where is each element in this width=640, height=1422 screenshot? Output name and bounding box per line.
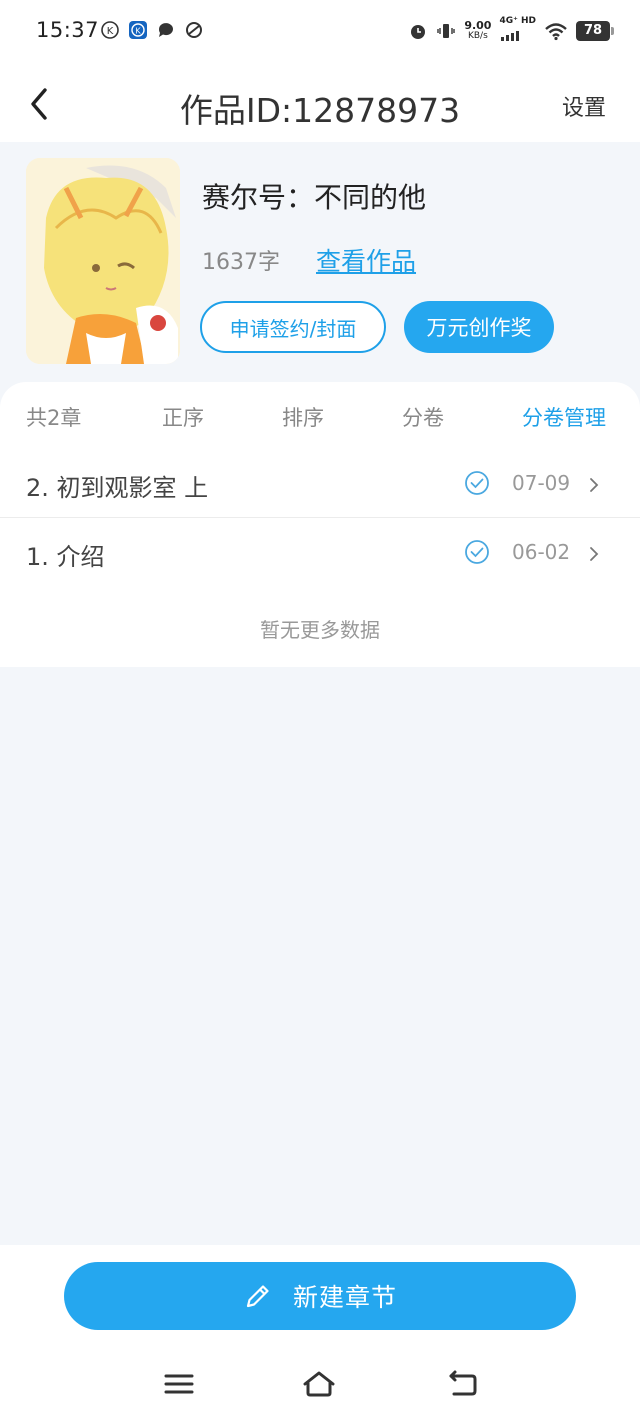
header: 作品ID:12878973 设置 xyxy=(0,64,640,142)
status-bar: 15:37 K K 9.00 KB/s 4G⁺ HD 78 xyxy=(0,0,640,64)
volume-manage-button[interactable]: 分卷管理 xyxy=(522,402,606,432)
wifi-icon xyxy=(545,22,567,40)
chapter-date: 07-09 xyxy=(512,471,571,495)
chapter-count: 共2章 xyxy=(26,406,82,430)
chapter-row[interactable]: 2. 初到观影室 上 07-09 xyxy=(0,450,640,518)
status-right: 9.00 KB/s 4G⁺ HD 78 xyxy=(408,16,614,45)
menu-icon[interactable] xyxy=(162,1369,196,1399)
chapter-row[interactable]: 1. 介绍 06-02 xyxy=(0,519,640,587)
word-count: 1637字 xyxy=(202,250,280,275)
volume-button[interactable]: 分卷 xyxy=(402,402,444,432)
status-time: 15:37 xyxy=(36,18,100,42)
new-chapter-label: 新建章节 xyxy=(292,1283,397,1312)
order-ascending-button[interactable]: 正序 xyxy=(162,402,204,432)
book-title: 赛尔号：不同的他 xyxy=(202,181,427,214)
svg-text:K: K xyxy=(135,27,141,36)
page-title: 作品ID:12878973 xyxy=(179,91,461,130)
home-icon[interactable] xyxy=(302,1369,336,1399)
view-work-link[interactable]: 查看作品 xyxy=(316,242,416,278)
back-nav-icon[interactable] xyxy=(446,1369,480,1399)
alarm-icon xyxy=(411,24,426,39)
sync-icon xyxy=(186,22,202,38)
chapter-list-card: 共2章 正序 排序 分卷 分卷管理 2. 初到观影室 上 07-09 1. 介绍… xyxy=(0,382,640,667)
k-app-icon: K xyxy=(101,21,119,39)
check-circle-icon xyxy=(465,540,489,564)
no-more-data-text: 暂无更多数据 xyxy=(260,618,380,642)
cover-illustration xyxy=(26,158,180,364)
signal-bars-icon xyxy=(501,31,520,41)
k-app-badge-icon: K xyxy=(129,21,147,39)
battery-indicator: 78 xyxy=(576,20,614,41)
pencil-icon xyxy=(246,1285,269,1308)
chapter-date: 06-02 xyxy=(512,540,571,564)
system-nav-bar xyxy=(0,1365,640,1405)
settings-button[interactable]: 设置 xyxy=(562,90,606,122)
new-chapter-button[interactable]: 新建章节 xyxy=(64,1262,576,1330)
book-cover-image[interactable] xyxy=(26,158,180,364)
check-circle-icon xyxy=(465,471,489,495)
book-info: 赛尔号：不同的他 1637字 查看作品 申请签约/封面 万元创作奖 xyxy=(0,142,640,382)
bottom-bar: 新建章节 xyxy=(0,1245,640,1422)
cell-signal: 4G⁺ HD xyxy=(499,16,536,45)
net-speed: 9.00 KB/s xyxy=(464,18,492,41)
sort-button[interactable]: 排序 xyxy=(282,402,324,432)
svg-text:K: K xyxy=(107,26,114,37)
vibrate-icon xyxy=(437,23,456,38)
chapter-toolbar: 共2章 正序 排序 分卷 分卷管理 xyxy=(0,382,640,450)
chapter-title: 2. 初到观影室 上 xyxy=(26,474,209,502)
chevron-right-icon xyxy=(590,547,599,561)
notification-icons: K K xyxy=(100,20,204,40)
message-icon xyxy=(158,23,173,37)
chevron-right-icon xyxy=(590,478,599,492)
apply-sign-cover-button[interactable]: 申请签约/封面 xyxy=(200,301,386,353)
creation-award-button[interactable]: 万元创作奖 xyxy=(404,301,554,353)
chapter-title: 1. 介绍 xyxy=(26,543,105,571)
